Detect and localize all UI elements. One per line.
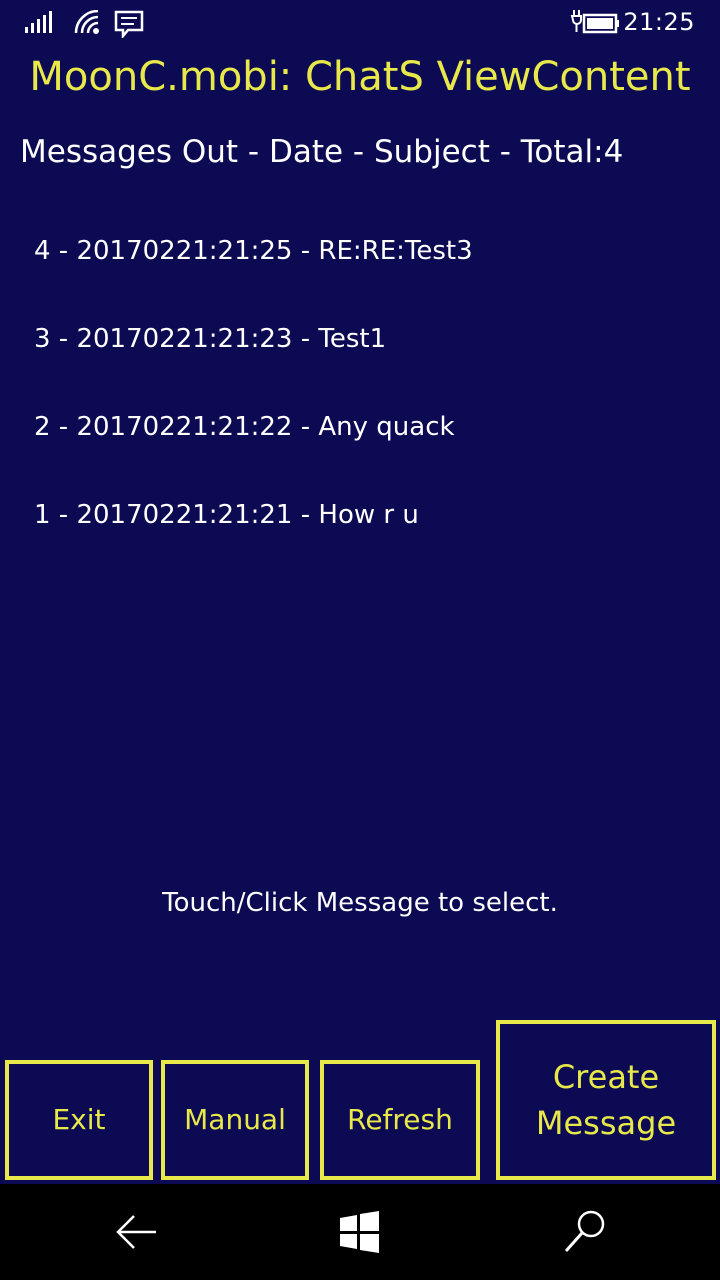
select-hint: Touch/Click Message to select. — [162, 888, 558, 918]
exit-button[interactable]: Exit — [5, 1060, 153, 1180]
message-item[interactable]: 4 - 20170221:21:25 - RE:RE:Test3 — [0, 220, 720, 308]
wifi-icon — [74, 9, 102, 40]
app-title: MoonC.mobi: ChatS ViewContent — [29, 54, 691, 100]
manual-button-label: Manual — [184, 1102, 286, 1136]
message-item[interactable]: 3 - 20170221:21:23 - Test1 — [0, 308, 720, 396]
status-time: 21:25 — [623, 8, 695, 36]
message-list: 4 - 20170221:21:25 - RE:RE:Test3 3 - 201… — [0, 220, 720, 572]
message-icon — [114, 10, 144, 42]
signal-icon — [24, 10, 56, 40]
list-header: Messages Out - Date - Subject - Total:4 — [20, 134, 624, 170]
search-icon[interactable] — [556, 1206, 616, 1258]
message-item[interactable]: 1 - 20170221:21:21 - How r u — [0, 484, 720, 572]
navigation-bar — [0, 1184, 720, 1280]
exit-button-label: Exit — [52, 1102, 106, 1136]
windows-home-icon[interactable] — [330, 1206, 390, 1258]
status-bar: 21:25 — [0, 0, 720, 48]
message-item[interactable]: 2 - 20170221:21:22 - Any quack — [0, 396, 720, 484]
refresh-button-label: Refresh — [347, 1102, 453, 1136]
battery-charging-icon — [570, 8, 620, 42]
refresh-button[interactable]: Refresh — [320, 1060, 480, 1180]
back-icon[interactable] — [106, 1206, 166, 1258]
manual-button[interactable]: Manual — [161, 1060, 309, 1180]
create-message-button[interactable]: Create Message — [496, 1020, 716, 1180]
create-message-button-label: Create Message — [535, 1057, 677, 1142]
